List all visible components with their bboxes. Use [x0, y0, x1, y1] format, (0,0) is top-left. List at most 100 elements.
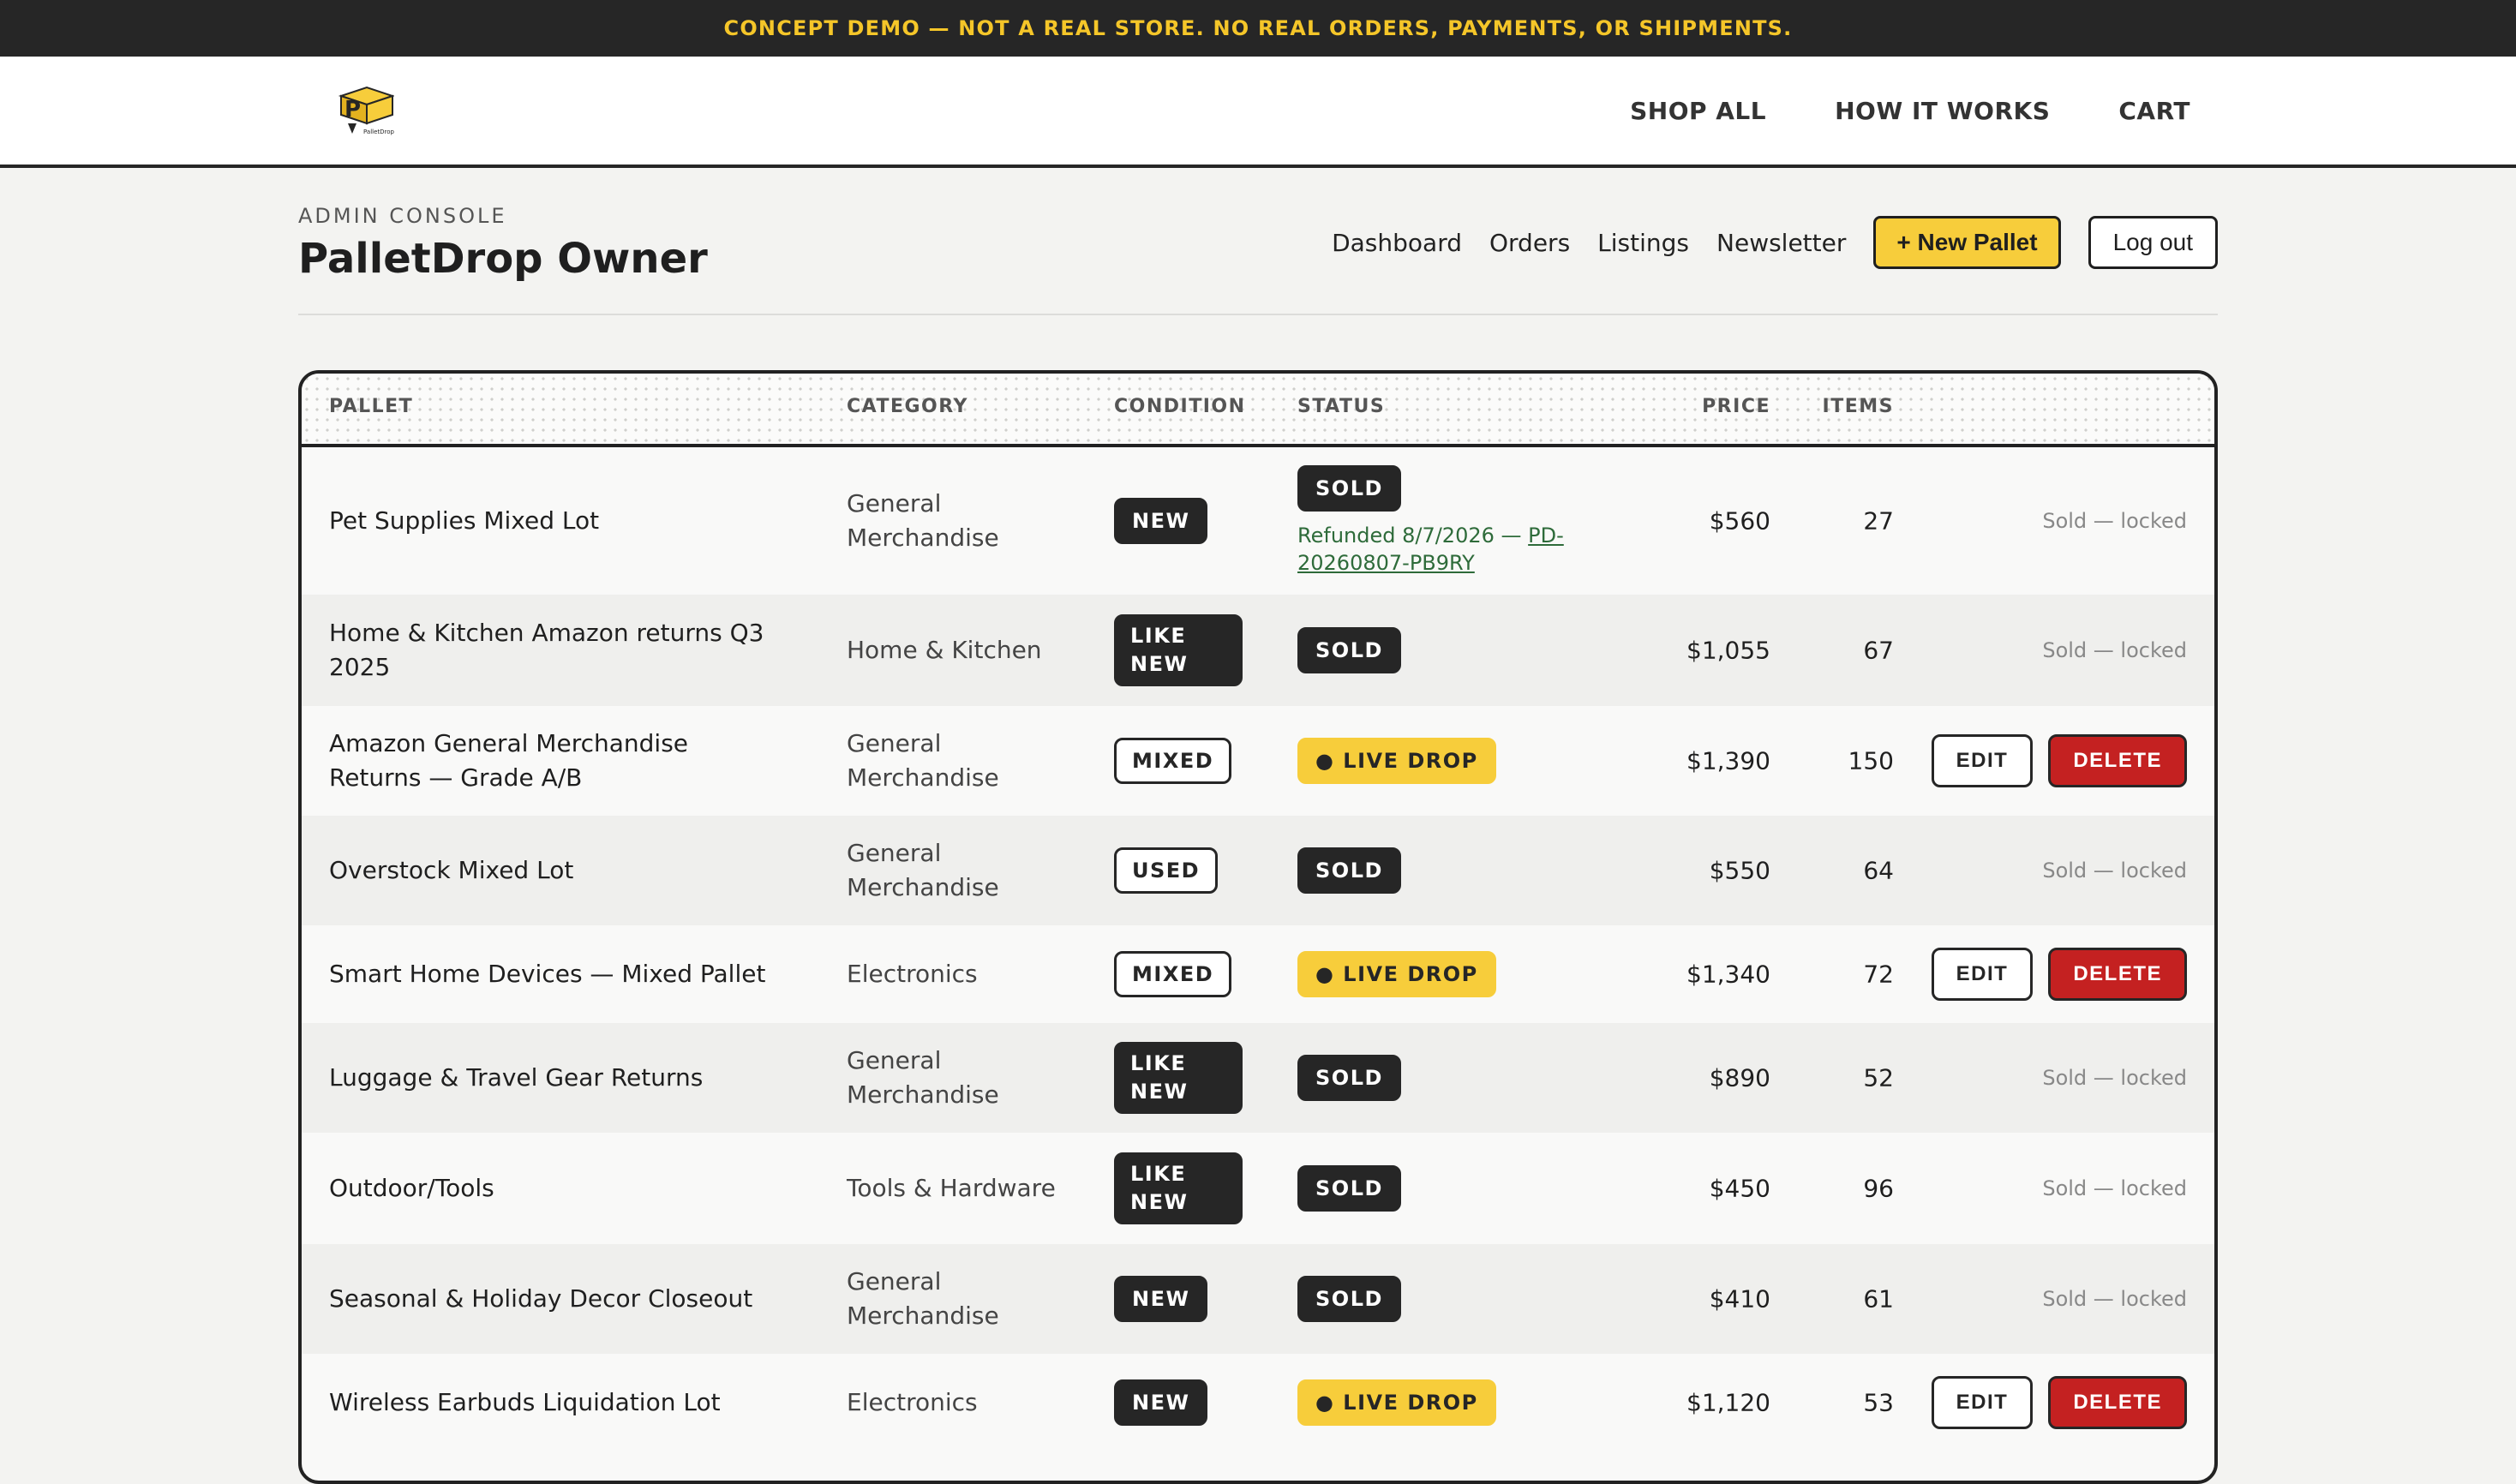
- nav-shop-all[interactable]: SHOP ALL: [1630, 97, 1766, 125]
- table-row: Outdoor/Tools Tools & Hardware LIKE NEW …: [302, 1133, 2214, 1244]
- th-price: PRICE: [1702, 396, 1770, 417]
- row-name: Smart Home Devices — Mixed Pallet: [329, 960, 766, 988]
- status-badge: SOLD: [1297, 847, 1401, 894]
- delete-button[interactable]: DELETE: [2048, 734, 2187, 787]
- status-badge: SOLD: [1297, 1276, 1401, 1322]
- row-items: 72: [1863, 960, 1894, 989]
- status-label: LIVE DROP: [1343, 962, 1478, 986]
- th-items: ITEMS: [1822, 396, 1894, 417]
- sold-locked-label: Sold — locked: [2042, 638, 2187, 662]
- table-row: Amazon General Merchandise Returns — Gra…: [302, 706, 2214, 816]
- admin-link-orders[interactable]: Orders: [1489, 229, 1570, 257]
- row-category: Electronics: [847, 960, 978, 988]
- row-price: $450: [1709, 1174, 1770, 1203]
- row-items: 61: [1863, 1284, 1894, 1313]
- row-name: Seasonal & Holiday Decor Closeout: [329, 1284, 753, 1313]
- th-condition: CONDITION: [1114, 396, 1246, 417]
- admin-link-listings[interactable]: Listings: [1597, 229, 1689, 257]
- th-pallet: PALLET: [329, 396, 414, 417]
- table-row: Wireless Earbuds Liquidation Lot Electro…: [302, 1354, 2214, 1451]
- condition-badge: MIXED: [1114, 951, 1232, 997]
- admin-header: ADMIN CONSOLE PalletDrop Owner Dashboard…: [298, 204, 2218, 315]
- status-label: LIVE DROP: [1343, 1391, 1478, 1415]
- condition-badge: NEW: [1114, 498, 1208, 544]
- logo-letter: P: [344, 97, 361, 123]
- condition-badge: USED: [1114, 847, 1219, 894]
- logo-tiny-text: PalletDrop: [363, 129, 394, 135]
- row-name: Wireless Earbuds Liquidation Lot: [329, 1388, 721, 1416]
- row-name: Pet Supplies Mixed Lot: [329, 506, 600, 535]
- sold-locked-label: Sold — locked: [2042, 1066, 2187, 1090]
- status-badge: ● LIVE DROP: [1297, 951, 1496, 997]
- row-name: Luggage & Travel Gear Returns: [329, 1063, 704, 1092]
- logout-button[interactable]: Log out: [2088, 216, 2218, 269]
- row-items: 150: [1848, 746, 1894, 775]
- delete-button[interactable]: DELETE: [2048, 948, 2187, 1001]
- status-cell: SOLD Refunded 8/7/2026 — PD-20260807-PB9…: [1297, 465, 1606, 577]
- row-price: $1,055: [1686, 636, 1770, 665]
- edit-button[interactable]: EDIT: [1931, 1376, 2034, 1429]
- row-name: Outdoor/Tools: [329, 1174, 494, 1202]
- row-category: General Merchandise: [847, 729, 999, 792]
- row-items: 96: [1863, 1174, 1894, 1203]
- row-items: 27: [1863, 506, 1894, 536]
- sold-locked-label: Sold — locked: [2042, 859, 2187, 883]
- row-price: $550: [1709, 856, 1770, 885]
- condition-badge: MIXED: [1114, 738, 1232, 784]
- nav-how-it-works[interactable]: HOW IT WORKS: [1835, 97, 2050, 125]
- refund-prefix: Refunded 8/7/2026 —: [1297, 524, 1529, 548]
- sold-locked-label: Sold — locked: [2042, 1287, 2187, 1311]
- refund-note: Refunded 8/7/2026 — PD-20260807-PB9RY: [1297, 522, 1606, 577]
- nav-cart[interactable]: CART: [2118, 97, 2190, 125]
- table-row: Smart Home Devices — Mixed Pallet Electr…: [302, 925, 2214, 1023]
- row-category: General Merchandise: [847, 489, 999, 552]
- pallet-table: PALLET CATEGORY CONDITION STATUS PRICE I…: [298, 370, 2218, 1484]
- status-badge: SOLD: [1297, 1055, 1401, 1101]
- table-row: Luggage & Travel Gear Returns General Me…: [302, 1023, 2214, 1133]
- row-category: General Merchandise: [847, 839, 999, 901]
- row-items: 53: [1863, 1388, 1894, 1417]
- row-price: $410: [1709, 1284, 1770, 1313]
- status-badge: SOLD: [1297, 465, 1401, 512]
- row-price: $1,340: [1686, 960, 1770, 989]
- row-category: Electronics: [847, 1388, 978, 1416]
- table-row: Home & Kitchen Amazon returns Q3 2025 Ho…: [302, 595, 2214, 706]
- row-category: Tools & Hardware: [847, 1174, 1056, 1202]
- status-label: LIVE DROP: [1343, 749, 1478, 773]
- sold-locked-label: Sold — locked: [2042, 509, 2187, 533]
- delete-button[interactable]: DELETE: [2048, 1376, 2187, 1429]
- status-badge: SOLD: [1297, 627, 1401, 673]
- table-row: Seasonal & Holiday Decor Closeout Genera…: [302, 1244, 2214, 1354]
- row-items: 52: [1863, 1063, 1894, 1092]
- status-badge: ● LIVE DROP: [1297, 738, 1496, 784]
- th-category: CATEGORY: [847, 396, 968, 417]
- admin-link-dashboard[interactable]: Dashboard: [1332, 229, 1462, 257]
- table-row: Overstock Mixed Lot General Merchandise …: [302, 816, 2214, 925]
- row-category: General Merchandise: [847, 1046, 999, 1109]
- condition-badge: LIKE NEW: [1114, 614, 1243, 686]
- top-navigation: P PalletDrop SHOP ALL HOW IT WORKS CART: [0, 57, 2516, 168]
- edit-button[interactable]: EDIT: [1931, 734, 2034, 787]
- row-category: Home & Kitchen: [847, 636, 1042, 664]
- row-price: $1,120: [1686, 1388, 1770, 1417]
- row-category: General Merchandise: [847, 1267, 999, 1330]
- row-name: Home & Kitchen Amazon returns Q3 2025: [329, 619, 764, 681]
- row-items: 64: [1863, 856, 1894, 885]
- row-price: $1,390: [1686, 746, 1770, 775]
- demo-banner: CONCEPT DEMO — NOT A REAL STORE. NO REAL…: [0, 0, 2516, 57]
- condition-badge: LIKE NEW: [1114, 1042, 1243, 1114]
- status-badge: SOLD: [1297, 1165, 1401, 1212]
- edit-button[interactable]: EDIT: [1931, 948, 2034, 1001]
- row-price: $890: [1709, 1063, 1770, 1092]
- sold-locked-label: Sold — locked: [2042, 1176, 2187, 1200]
- row-price: $560: [1709, 506, 1770, 536]
- table-row: Pet Supplies Mixed Lot General Merchandi…: [302, 447, 2214, 595]
- table-header: PALLET CATEGORY CONDITION STATUS PRICE I…: [302, 374, 2214, 447]
- row-name: Amazon General Merchandise Returns — Gra…: [329, 729, 689, 792]
- palletdrop-logo[interactable]: P PalletDrop: [332, 86, 396, 139]
- new-pallet-button[interactable]: + New Pallet: [1873, 216, 2061, 269]
- condition-badge: LIKE NEW: [1114, 1152, 1243, 1224]
- status-badge: ● LIVE DROP: [1297, 1379, 1496, 1426]
- row-items: 67: [1863, 636, 1894, 665]
- admin-link-newsletter[interactable]: Newsletter: [1716, 229, 1846, 257]
